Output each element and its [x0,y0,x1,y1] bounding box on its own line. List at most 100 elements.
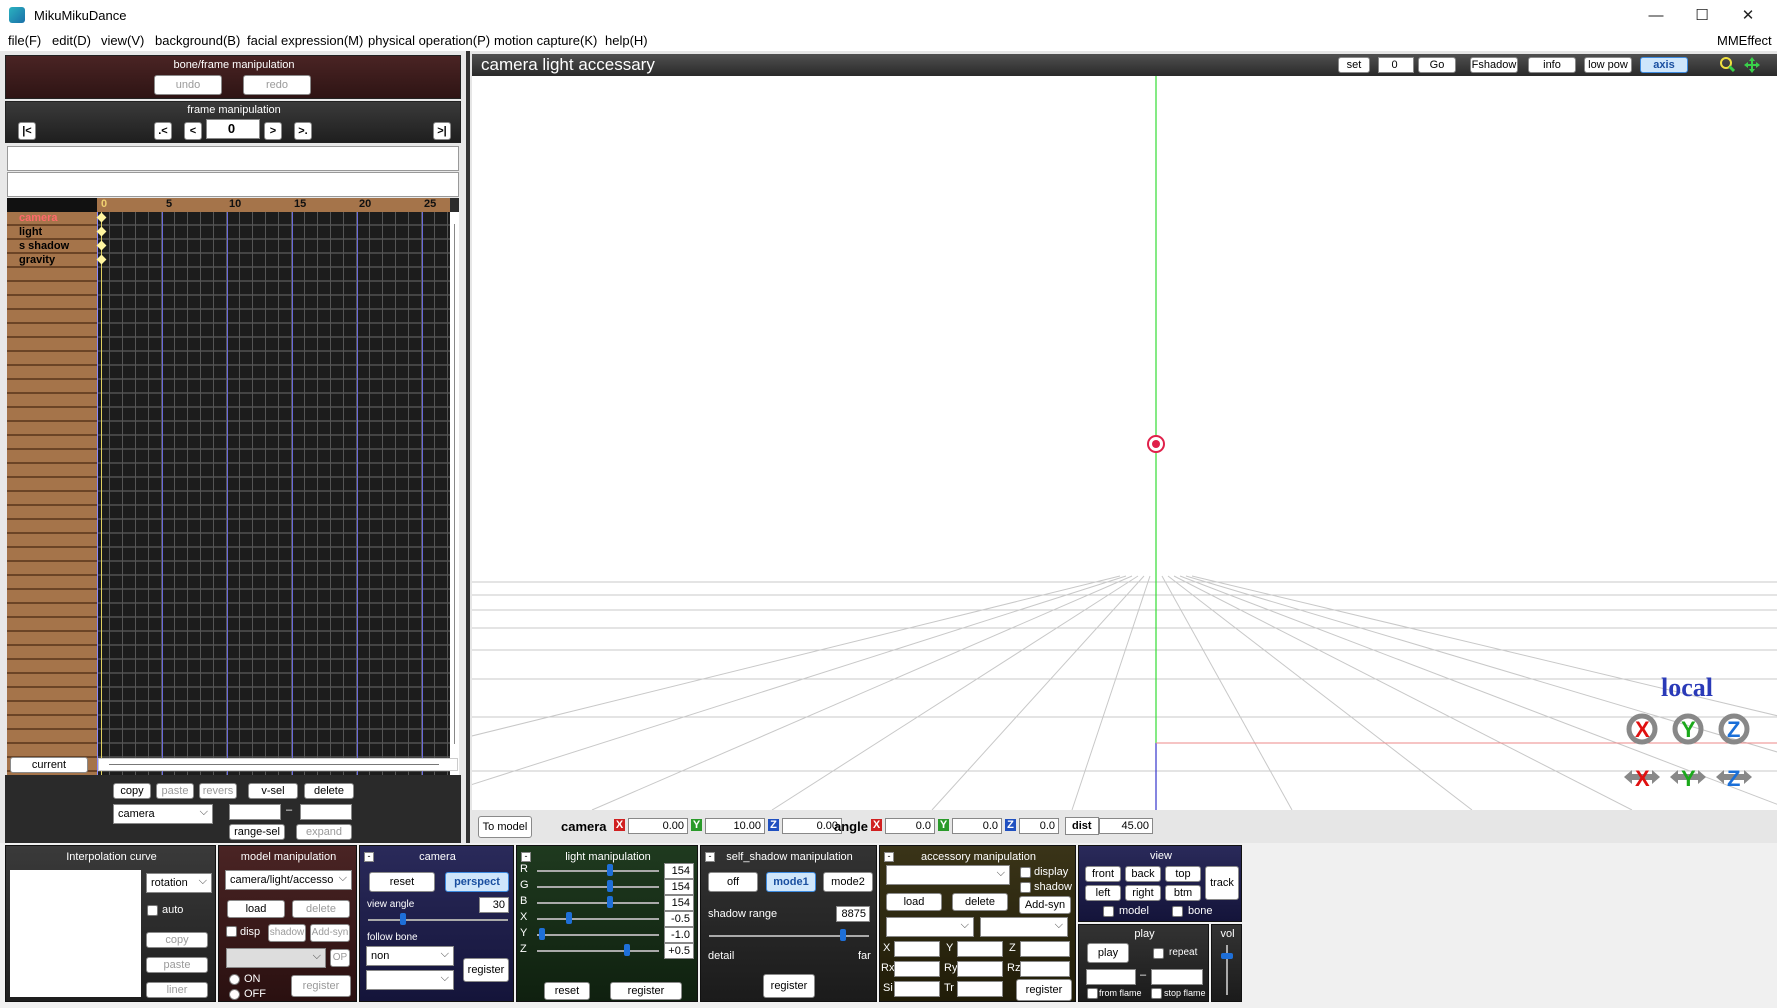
shadow-register-button[interactable]: register [763,974,815,998]
shadow-off-button[interactable]: off [708,872,758,892]
op-button[interactable]: OP [330,949,350,967]
acc-bone-select[interactable] [980,916,1068,937]
last-frame-button[interactable]: >| [433,122,451,140]
z-rotate-icon[interactable]: Z [1714,712,1754,746]
light-x-input[interactable]: -0.5 [664,911,694,927]
camera-reset-button[interactable]: reset [369,872,435,892]
3d-viewport[interactable]: local X Y Z X Y Z [472,76,1777,810]
z-move-icon[interactable]: Z [1714,760,1754,794]
acc-x-input[interactable] [894,941,940,957]
follow-bone-select[interactable] [366,969,454,990]
maximize-button[interactable]: ☐ [1679,0,1725,31]
cam-z-input[interactable]: 0.00 [782,818,842,834]
light-register-button[interactable]: register [610,982,682,1000]
light-y-slider[interactable] [537,934,659,936]
light-z-knob[interactable] [624,944,630,956]
cam-y-input[interactable]: 10.00 [705,818,765,834]
keyframe[interactable] [96,212,107,223]
light-z-input[interactable]: +0.5 [664,943,694,959]
acc-addsyn-button[interactable]: Add-syn [1019,896,1071,914]
play-to-input[interactable] [1151,969,1203,985]
minimize-button[interactable]: — [1633,0,1679,31]
track-camera[interactable]: camera [19,212,58,224]
timeline[interactable]: 0 5 10 15 20 25 camera light s shadow gr… [7,198,459,808]
light-y-input[interactable]: -1.0 [664,927,694,943]
current-button[interactable]: current [10,757,88,773]
model-shadow-button[interactable]: shadow [268,924,306,942]
track-light[interactable]: light [19,226,42,238]
light-g-knob[interactable] [607,880,613,892]
local-mode-label[interactable]: local [1661,673,1713,703]
delete-button[interactable]: delete [304,783,354,799]
light-g-slider[interactable] [537,886,659,888]
prev-frame-button[interactable]: < [184,122,202,140]
timeline-hscroll[interactable] [98,758,458,771]
play-button[interactable]: play [1087,943,1129,963]
range-start-input[interactable] [229,804,281,820]
x-rotate-icon[interactable]: X [1622,712,1662,746]
dist-input[interactable]: 45.00 [1099,818,1153,834]
frame-number-input[interactable]: 0 [206,119,260,139]
view-right-button[interactable]: right [1125,885,1161,901]
to-model-button[interactable]: To model [478,816,532,838]
interp-liner-button[interactable]: liner [146,982,208,998]
track-gravity[interactable]: gravity [19,254,55,266]
interp-mode-select[interactable]: rotation [146,872,212,893]
y-rotate-icon[interactable]: Y [1668,712,1708,746]
revers-button[interactable]: revers [199,783,237,799]
light-x-knob[interactable] [566,912,572,924]
model-select[interactable]: camera/light/accesso [225,869,352,890]
view-angle-input[interactable]: 30 [479,897,509,913]
range-sel-button[interactable]: range-sel [229,824,285,840]
view-angle-slider[interactable] [368,919,508,921]
set-button[interactable]: set [1338,57,1370,73]
view-btm-button[interactable]: btm [1165,885,1201,901]
keyframe-grid[interactable] [96,212,450,808]
disp-checkbox[interactable] [226,926,237,937]
auto-checkbox[interactable] [147,905,158,916]
follow-model-select[interactable]: non [366,945,454,966]
low-pow-button[interactable]: low pow [1584,57,1632,73]
keyframe[interactable] [96,240,107,251]
interp-curve-canvas[interactable] [10,870,141,997]
view-front-button[interactable]: front [1085,866,1121,882]
interp-copy-button[interactable]: copy [146,932,208,948]
target-select[interactable]: camera [113,803,213,824]
menu-background[interactable]: background(B) [155,33,240,48]
redo-button[interactable]: redo [243,75,311,95]
light-r-slider[interactable] [537,870,659,872]
copy-button[interactable]: copy [113,783,151,799]
light-r-knob[interactable] [607,864,613,876]
acc-z-input[interactable] [1020,941,1070,957]
off-radio[interactable] [229,989,240,1000]
light-b-slider[interactable] [537,902,659,904]
info-button[interactable]: info [1528,57,1576,73]
light-g-input[interactable]: 154 [664,879,694,895]
x-move-icon[interactable]: X [1622,760,1662,794]
zoom-icon[interactable] [1719,56,1736,73]
view-top-button[interactable]: top [1165,866,1201,882]
camera-target-icon[interactable] [1147,435,1165,453]
acc-load-button[interactable]: load [886,893,942,911]
acc-register-button[interactable]: register [1016,979,1072,1001]
view-angle-knob[interactable] [400,913,406,925]
goto-frame-input[interactable]: 0 [1378,57,1414,73]
keyframe[interactable] [96,254,107,265]
y-move-icon[interactable]: Y [1668,760,1708,794]
on-radio[interactable] [229,974,240,985]
acc-rz-input[interactable] [1020,961,1070,977]
menu-motion-capture[interactable]: motion capture(K) [494,33,597,48]
model-delete-button[interactable]: delete [292,900,350,918]
show-bone-checkbox[interactable] [1172,906,1183,917]
camera-register-button[interactable]: register [463,958,509,982]
view-back-button[interactable]: back [1125,866,1161,882]
view-left-button[interactable]: left [1085,885,1121,901]
v-sel-button[interactable]: v-sel [248,783,298,799]
acc-delete-button[interactable]: delete [952,893,1008,911]
volume-knob[interactable] [1221,953,1233,959]
acc-y-input[interactable] [957,941,1003,957]
light-z-slider[interactable] [537,950,659,952]
acc-si-input[interactable] [894,981,940,997]
timeline-scrollbar[interactable] [450,212,459,808]
cam-x-input[interactable]: 0.00 [628,818,688,834]
